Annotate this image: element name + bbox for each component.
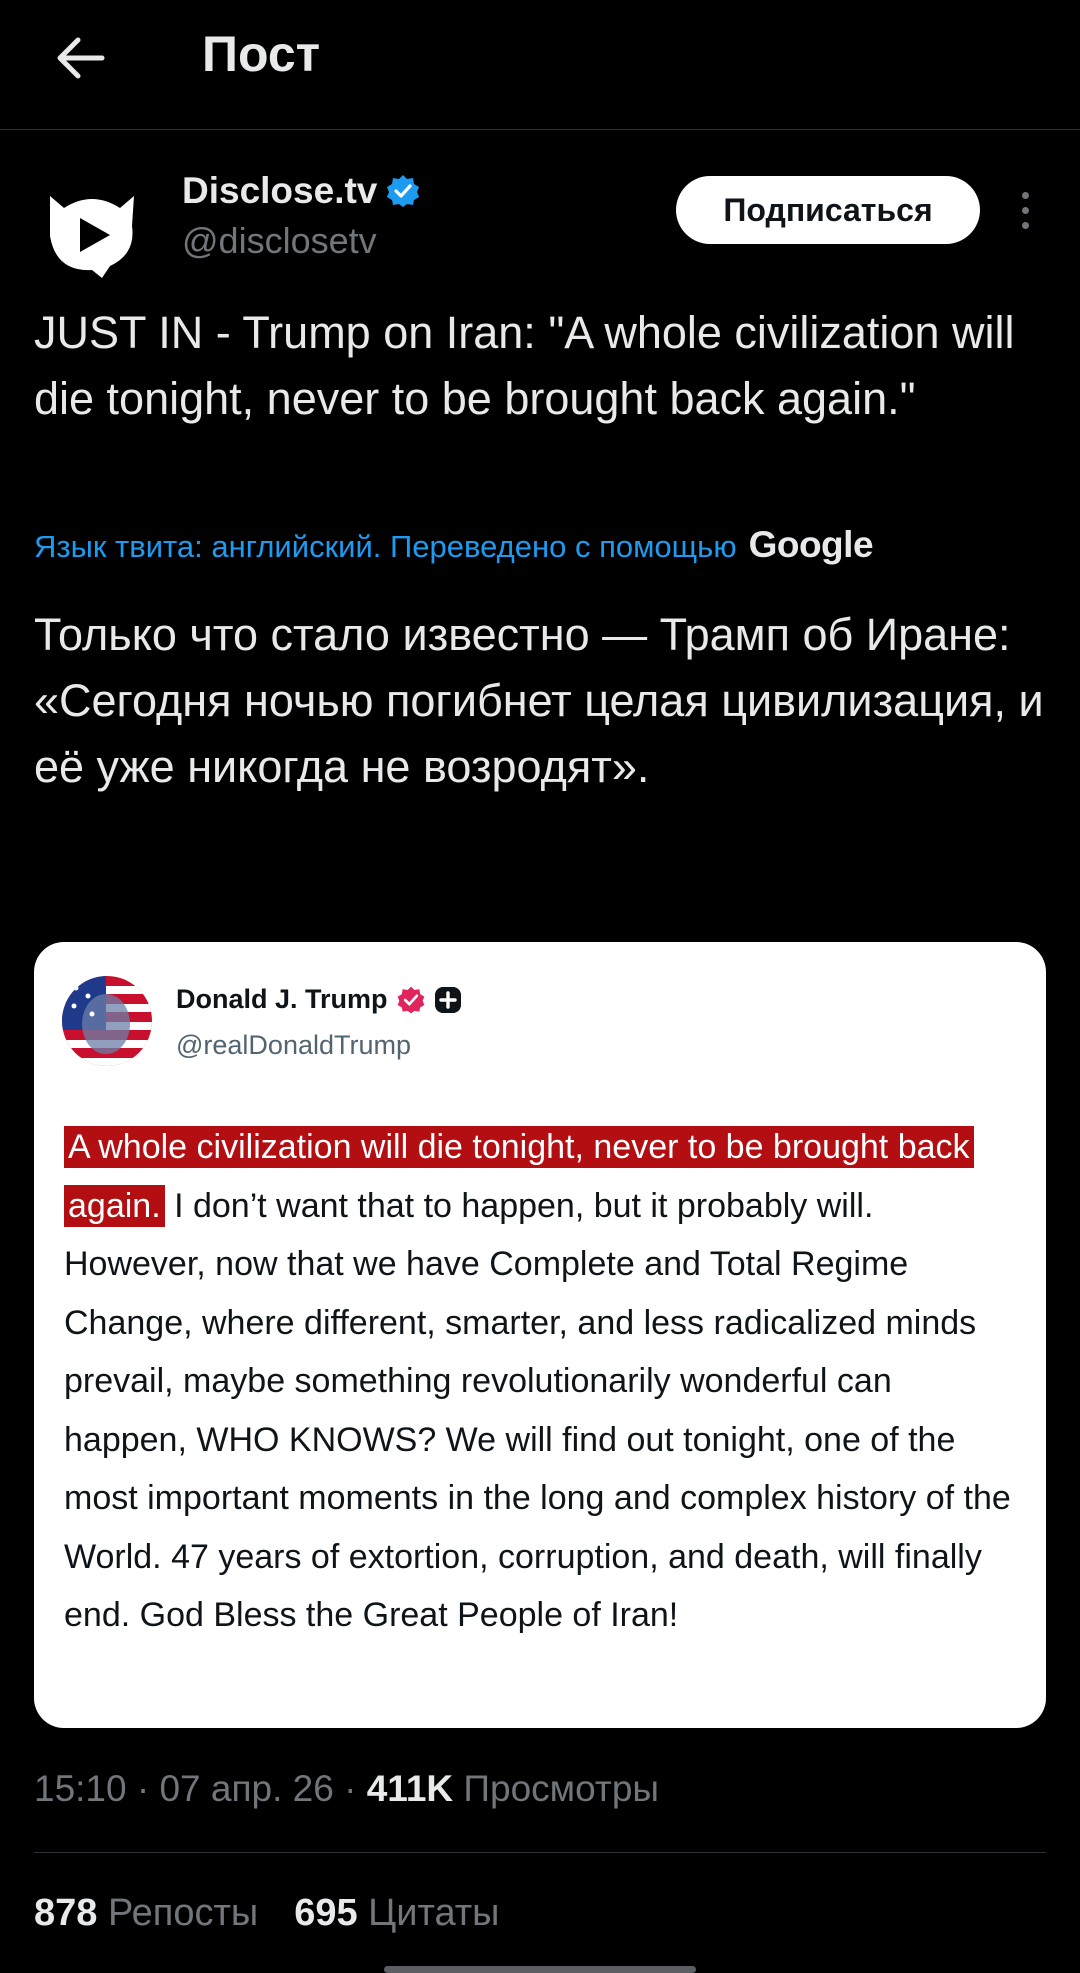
verified-badge-icon bbox=[387, 175, 420, 207]
post-date[interactable]: 07 апр. 26 bbox=[159, 1768, 333, 1809]
top-bar: Пост bbox=[0, 0, 1080, 130]
post-meta: 15:10 · 07 апр. 26 · 411K Просмотры bbox=[34, 1768, 659, 1810]
embed-name-wrap: Donald J. Trump bbox=[176, 984, 462, 1015]
tweet-text: JUST IN - Trump on Iran: "A whole civili… bbox=[34, 307, 1015, 424]
follow-button[interactable]: Подписаться bbox=[676, 176, 980, 244]
embed-display-name: Donald J. Trump bbox=[176, 984, 388, 1014]
back-button[interactable] bbox=[42, 20, 118, 96]
author-avatar[interactable] bbox=[36, 174, 148, 286]
author-handle[interactable]: @disclosetv bbox=[182, 220, 377, 262]
plus-badge-icon bbox=[434, 986, 461, 1013]
translation-note[interactable]: Язык твита: английский. Переведено с пом… bbox=[34, 524, 1054, 566]
divider bbox=[34, 1852, 1046, 1853]
post-time[interactable]: 15:10 bbox=[34, 1768, 127, 1809]
embedded-post-image[interactable]: Donald J. Trump @realDonaldTrump A whole… bbox=[34, 942, 1046, 1728]
translation-note-text[interactable]: Язык твита: английский. Переведено с пом… bbox=[34, 529, 737, 565]
views-count: 411K bbox=[366, 1768, 454, 1809]
engagement-stats: 878 Репосты 695 Цитаты bbox=[34, 1892, 500, 1935]
page-title: Пост bbox=[202, 26, 321, 82]
embed-body-text: A whole civilization will die tonight, n… bbox=[64, 1118, 1024, 1645]
more-options-button[interactable] bbox=[1010, 180, 1040, 240]
reposts-label: Репосты bbox=[97, 1892, 259, 1934]
views-label: Просмотры bbox=[453, 1768, 659, 1809]
back-arrow-icon bbox=[57, 37, 105, 79]
author-row: Disclose.tv @disclosetv Подписаться bbox=[0, 160, 1080, 280]
more-options-dot bbox=[1021, 221, 1029, 229]
reposts-count: 878 bbox=[34, 1892, 98, 1934]
reposts-link[interactable]: 878 Репосты bbox=[34, 1892, 258, 1934]
quotes-count: 695 bbox=[294, 1892, 358, 1934]
quotes-link[interactable]: 695 Цитаты bbox=[294, 1892, 499, 1934]
translated-tweet-text: Только что стало известно — Трамп об Ира… bbox=[34, 609, 1044, 792]
home-indicator[interactable] bbox=[384, 1966, 696, 1973]
embed-handle: @realDonaldTrump bbox=[176, 1030, 411, 1060]
disclosetv-logo-icon bbox=[50, 196, 134, 278]
meta-separator: · bbox=[333, 1768, 367, 1809]
author-display-name[interactable]: Disclose.tv bbox=[182, 170, 377, 212]
embed-rest-text: I don’t want that to happen, but it prob… bbox=[64, 1186, 1011, 1635]
author-name-wrap[interactable]: Disclose.tv bbox=[182, 170, 421, 212]
more-options-dot bbox=[1021, 206, 1029, 214]
quotes-label: Цитаты bbox=[357, 1892, 500, 1934]
meta-separator: · bbox=[126, 1768, 160, 1809]
embed-avatar bbox=[62, 976, 152, 1066]
more-options-icon bbox=[1021, 191, 1029, 199]
flag-portrait-avatar-icon bbox=[62, 976, 152, 1066]
google-wordmark: Google bbox=[748, 524, 874, 565]
pink-verified-badge-icon bbox=[397, 986, 424, 1013]
